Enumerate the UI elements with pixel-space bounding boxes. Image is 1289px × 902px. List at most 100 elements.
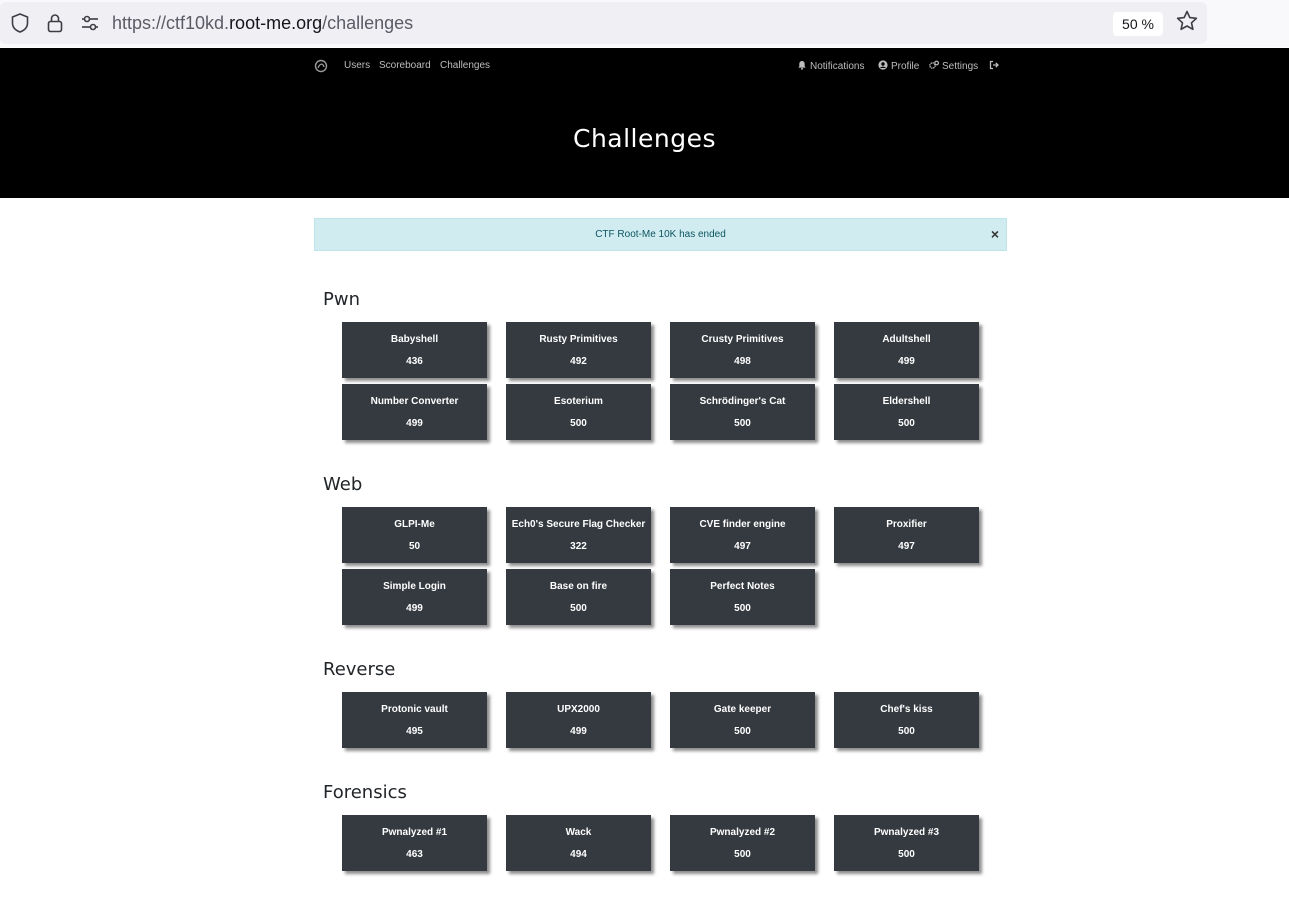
- challenge-name: Schrödinger's Cat: [699, 396, 786, 407]
- challenge-name: Protonic vault: [381, 704, 448, 715]
- bookmark-star-icon[interactable]: [1175, 9, 1199, 33]
- browser-toolbar: https://ctf10kd.root-me.org/challenges 5…: [0, 0, 1289, 47]
- challenge-card[interactable]: Pwnalyzed #3 500: [834, 815, 979, 871]
- logout-icon: [989, 60, 999, 70]
- challenge-name: Pwnalyzed #1: [381, 827, 448, 838]
- challenge-name: Esoterium: [554, 396, 603, 407]
- challenge-points: 499: [898, 356, 915, 367]
- nav-profile-link[interactable]: Profile: [878, 60, 919, 72]
- challenge-name: Number Converter: [370, 396, 459, 407]
- challenge-points: 499: [406, 603, 423, 614]
- nav-settings-label: Settings: [942, 61, 979, 72]
- challenge-name: Wack: [565, 827, 592, 838]
- url-text[interactable]: https://ctf10kd.root-me.org/challenges: [112, 13, 413, 34]
- challenge-points: 500: [570, 603, 587, 614]
- challenge-points: 500: [734, 849, 751, 860]
- address-bar[interactable]: https://ctf10kd.root-me.org/challenges 5…: [0, 2, 1207, 44]
- challenge-points: 494: [570, 849, 587, 860]
- challenge-name: Base on fire: [549, 581, 608, 592]
- challenge-name: Perfect Notes: [710, 581, 775, 592]
- alert-close-button[interactable]: ×: [991, 226, 999, 242]
- nav-notifications-link[interactable]: Notifications: [797, 60, 864, 72]
- challenge-card[interactable]: GLPI-Me 50: [342, 507, 487, 563]
- challenge-name: CVE finder engine: [699, 519, 786, 530]
- challenge-points: 500: [570, 418, 587, 429]
- category-title: Pwn: [323, 289, 360, 310]
- challenge-points: 492: [570, 356, 587, 367]
- challenge-points: 50: [408, 541, 421, 552]
- challenge-points: 500: [898, 726, 915, 737]
- challenge-card[interactable]: Adultshell 499: [834, 322, 979, 378]
- challenge-name: Adultshell: [882, 334, 931, 345]
- challenge-card[interactable]: Pwnalyzed #1 463: [342, 815, 487, 871]
- url-prefix: https://ctf10kd.: [112, 13, 230, 33]
- challenge-points: 499: [570, 726, 587, 737]
- url-path: /challenges: [322, 13, 414, 33]
- challenge-card[interactable]: Gate keeper 500: [670, 692, 815, 748]
- challenge-card[interactable]: Rusty Primitives 492: [506, 322, 651, 378]
- nav-challenges-link[interactable]: Challenges: [440, 60, 490, 71]
- user-circle-icon: [878, 60, 888, 70]
- challenge-card[interactable]: Esoterium 500: [506, 384, 651, 440]
- nav-scoreboard-link[interactable]: Scoreboard: [379, 60, 431, 71]
- challenge-card[interactable]: Perfect Notes 500: [670, 569, 815, 625]
- challenge-points: 500: [734, 603, 751, 614]
- challenge-card[interactable]: Simple Login 499: [342, 569, 487, 625]
- challenge-name: Ech0's Secure Flag Checker: [511, 519, 646, 530]
- challenge-card[interactable]: Protonic vault 495: [342, 692, 487, 748]
- zoom-level-button[interactable]: 50 %: [1113, 12, 1163, 36]
- bell-icon: [798, 61, 806, 70]
- challenge-card[interactable]: UPX2000 499: [506, 692, 651, 748]
- challenge-name: Gate keeper: [713, 704, 772, 715]
- challenge-card[interactable]: Ech0's Secure Flag Checker 322: [506, 507, 651, 563]
- challenge-name: Babyshell: [390, 334, 439, 345]
- challenge-card[interactable]: Schrödinger's Cat 500: [670, 384, 815, 440]
- challenge-name: Chef's kiss: [880, 704, 933, 715]
- challenge-points: 500: [898, 849, 915, 860]
- challenge-card[interactable]: Wack 494: [506, 815, 651, 871]
- challenge-points: 499: [406, 418, 423, 429]
- alert-message: CTF Root-Me 10K has ended: [595, 229, 726, 240]
- gears-icon: [929, 60, 939, 69]
- challenge-points: 322: [570, 541, 587, 552]
- navbar: Users Scoreboard Challenges Notification…: [314, 59, 1007, 74]
- challenge-points: 497: [898, 541, 915, 552]
- challenge-card[interactable]: Chef's kiss 500: [834, 692, 979, 748]
- challenge-points: 497: [734, 541, 751, 552]
- nav-settings-link[interactable]: Settings: [929, 60, 978, 72]
- permissions-icon[interactable]: [79, 12, 101, 34]
- site-logo-icon[interactable]: [314, 59, 328, 73]
- challenge-card[interactable]: Number Converter 499: [342, 384, 487, 440]
- site-header: Users Scoreboard Challenges Notification…: [0, 48, 1289, 198]
- shield-icon[interactable]: [9, 12, 31, 34]
- category-title: Reverse: [323, 659, 396, 680]
- challenge-name: Pwnalyzed #3: [873, 827, 940, 838]
- category-title: Forensics: [323, 782, 407, 803]
- challenge-name: Pwnalyzed #2: [709, 827, 776, 838]
- lock-icon[interactable]: [44, 12, 66, 34]
- url-domain: root-me.org: [229, 13, 323, 33]
- challenge-points: 463: [406, 849, 423, 860]
- challenge-card[interactable]: Base on fire 500: [506, 569, 651, 625]
- info-alert: CTF Root-Me 10K has ended ×: [314, 218, 1007, 251]
- challenge-name: Eldershell: [882, 396, 931, 407]
- challenge-name: Rusty Primitives: [539, 334, 618, 345]
- challenge-card[interactable]: Crusty Primitives 498: [670, 322, 815, 378]
- challenge-points: 500: [898, 418, 915, 429]
- nav-users-link[interactable]: Users: [344, 60, 370, 71]
- challenge-card[interactable]: CVE finder engine 497: [670, 507, 815, 563]
- nav-logout-link[interactable]: [989, 60, 1002, 72]
- challenge-card[interactable]: Babyshell 436: [342, 322, 487, 378]
- category-title: Web: [323, 474, 363, 495]
- challenge-card[interactable]: Eldershell 500: [834, 384, 979, 440]
- challenge-name: Crusty Primitives: [701, 334, 784, 345]
- challenge-name: GLPI-Me: [394, 519, 435, 530]
- challenge-points: 495: [406, 726, 423, 737]
- challenge-card[interactable]: Proxifier 497: [834, 507, 979, 563]
- challenge-points: 436: [406, 356, 423, 367]
- challenge-card[interactable]: Pwnalyzed #2 500: [670, 815, 815, 871]
- challenge-name: Simple Login: [383, 581, 446, 592]
- nav-profile-label: Profile: [891, 61, 920, 72]
- nav-notifications-label: Notifications: [810, 61, 865, 72]
- challenge-name: UPX2000: [557, 704, 600, 715]
